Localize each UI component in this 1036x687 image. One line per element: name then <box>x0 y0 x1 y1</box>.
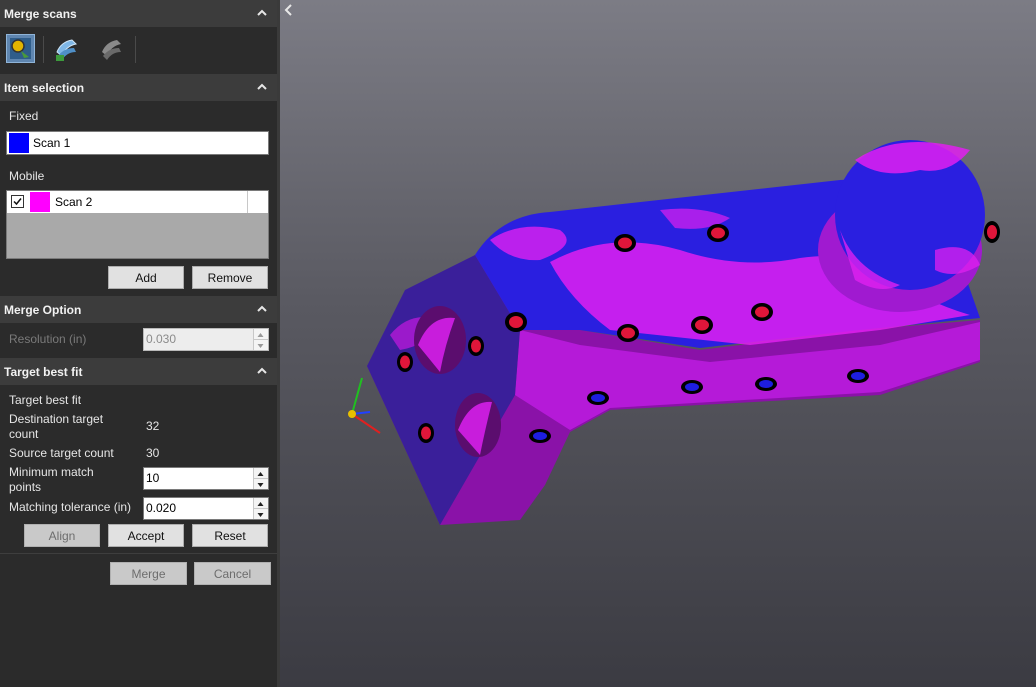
matching-tolerance-label: Matching tolerance (in) <box>9 500 132 514</box>
chevron-up-icon[interactable] <box>255 302 269 316</box>
manual-align-button[interactable] <box>6 34 35 63</box>
decrement-button[interactable] <box>254 509 268 520</box>
scan2-color-swatch <box>30 192 50 212</box>
minimum-match-points-label: Minimum match points <box>9 465 94 494</box>
section-divider <box>0 553 277 554</box>
item-selection-title: Item selection <box>4 81 85 95</box>
add-button[interactable]: Add <box>108 266 184 289</box>
best-fit-button[interactable] <box>52 34 81 63</box>
manual-align-icon <box>10 38 31 59</box>
resolution-label: Resolution (in) <box>9 332 87 346</box>
item-selection-header[interactable]: Item selection <box>0 74 277 101</box>
list-item[interactable]: Scan 2 <box>7 191 268 213</box>
matching-tolerance-stepper[interactable] <box>143 497 269 520</box>
merge-option-title: Merge Option <box>4 303 82 317</box>
source-target-count-label: Source target count <box>9 446 114 460</box>
target-best-fit-subtitle: Target best fit <box>9 393 82 407</box>
reset-button[interactable]: Reset <box>192 524 268 547</box>
merge-button[interactable]: Merge <box>110 562 187 585</box>
arrow-up-icon <box>257 472 264 476</box>
tool-separator <box>135 36 136 63</box>
merge-option-header[interactable]: Merge Option <box>0 296 277 323</box>
list-column-divider <box>247 191 248 213</box>
target-best-fit-header[interactable]: Target best fit <box>0 358 277 385</box>
axis-triad <box>348 377 381 434</box>
arrow-down-icon <box>257 482 264 487</box>
target-fit-button[interactable] <box>97 34 126 63</box>
scan-model-render[interactable] <box>280 0 1036 687</box>
mobile-scan-name: Scan 2 <box>55 195 93 209</box>
source-target-count-value: 30 <box>146 446 160 460</box>
arrow-down-icon <box>257 512 264 517</box>
fixed-label: Fixed <box>9 109 39 123</box>
chevron-up-icon[interactable] <box>255 6 269 20</box>
arrow-up-icon <box>257 333 264 337</box>
align-button[interactable]: Align <box>24 524 100 547</box>
arrow-up-icon <box>257 502 264 506</box>
minimum-match-points-input[interactable] <box>144 468 252 488</box>
destination-target-count-label: Destination target count <box>9 412 104 441</box>
mobile-scan-list[interactable]: Scan 2 <box>6 190 269 259</box>
tool-separator <box>43 36 44 63</box>
remove-button[interactable]: Remove <box>192 266 268 289</box>
merge-scans-header[interactable]: Merge scans <box>0 0 277 27</box>
decrement-button[interactable] <box>254 479 268 490</box>
merge-scans-title: Merge scans <box>4 7 77 21</box>
resolution-stepper <box>143 328 269 351</box>
mobile-label: Mobile <box>9 169 45 183</box>
target-fit-icon <box>102 40 121 60</box>
accept-button[interactable]: Accept <box>108 524 184 547</box>
3d-viewport[interactable] <box>280 0 1036 687</box>
increment-button[interactable] <box>254 468 268 479</box>
scan1-color-swatch <box>9 133 29 153</box>
minimum-match-points-stepper[interactable] <box>143 467 269 490</box>
destination-target-count-value: 32 <box>146 419 160 433</box>
fixed-scan-name: Scan 1 <box>33 136 71 150</box>
chevron-up-icon[interactable] <box>255 80 269 94</box>
increment-button[interactable] <box>254 498 268 509</box>
cancel-button[interactable]: Cancel <box>194 562 271 585</box>
checkmark-icon <box>13 198 22 206</box>
target-best-fit-title: Target best fit <box>4 365 83 379</box>
chevron-up-icon[interactable] <box>255 364 269 378</box>
arrow-down-icon <box>257 343 264 348</box>
merge-scans-panel: Merge scans Item selection Fixed Scan 1 … <box>0 0 277 687</box>
best-fit-icon <box>56 39 78 61</box>
scan2-checkbox[interactable] <box>11 195 24 208</box>
matching-tolerance-input[interactable] <box>144 498 252 518</box>
fixed-scan-field[interactable]: Scan 1 <box>6 131 269 155</box>
resolution-input <box>144 329 252 349</box>
